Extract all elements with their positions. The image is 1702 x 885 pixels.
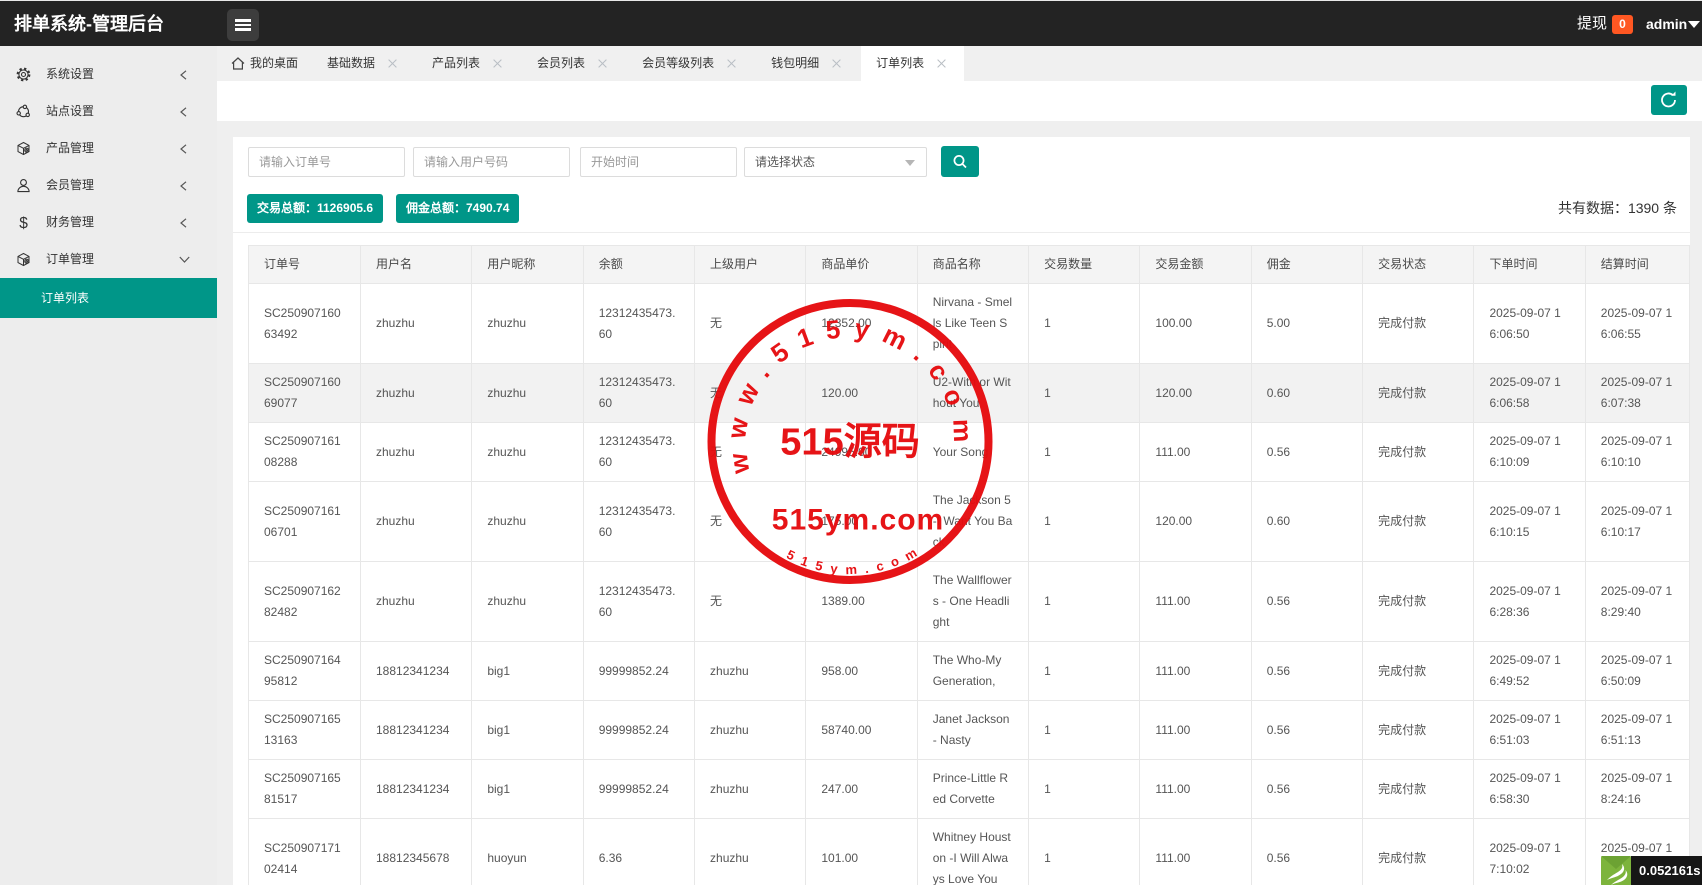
svg-text:$: $ [19,215,28,230]
svg-text:515ym.com: 515ym.com [772,503,944,536]
svg-text:515源码: 515源码 [780,422,919,464]
